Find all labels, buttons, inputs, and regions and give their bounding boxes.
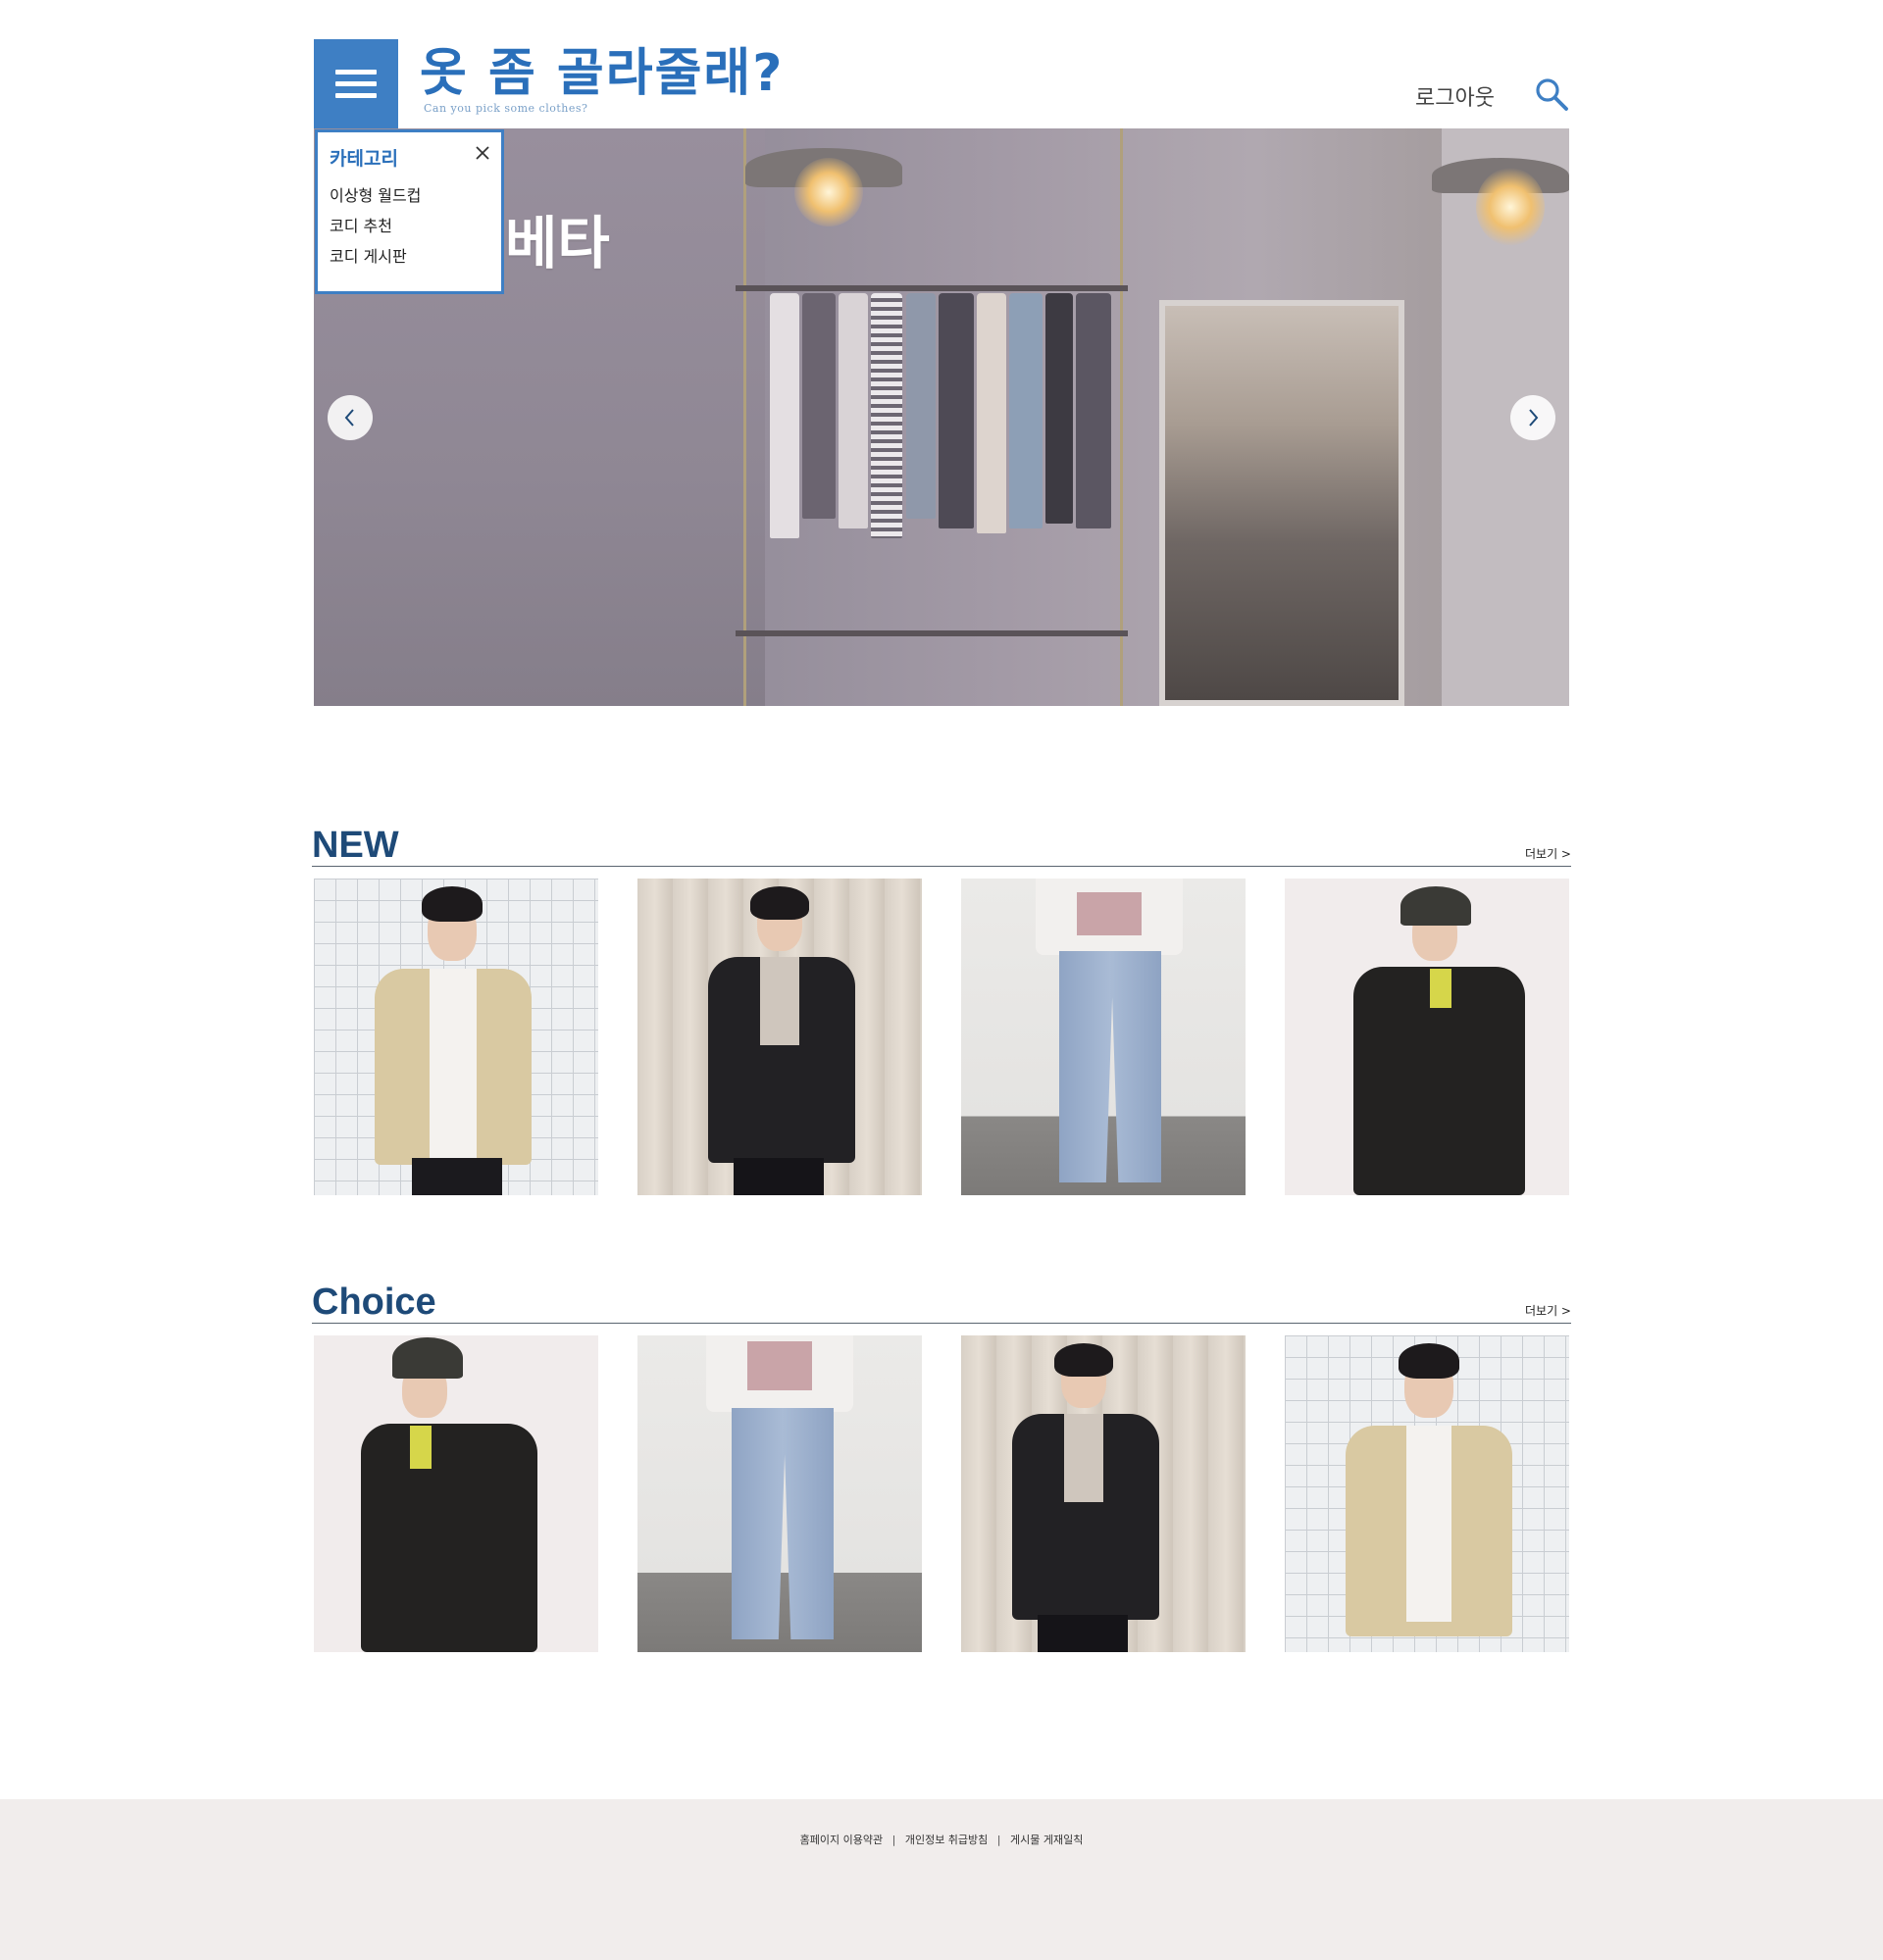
product-card[interactable] (961, 879, 1246, 1195)
hero-garment (1045, 293, 1073, 524)
hero-lamp-light (1476, 168, 1545, 246)
hero-garment (906, 293, 936, 519)
product-card[interactable] (637, 879, 922, 1195)
menu-icon-bar (335, 93, 377, 98)
hero-garment (1009, 293, 1043, 528)
product-card[interactable] (314, 879, 598, 1195)
search-icon[interactable] (1534, 76, 1569, 112)
product-grid (314, 879, 1569, 1195)
category-dropdown: 카테고리 이상형 월드컵 코디 추천 코디 게시판 (315, 129, 504, 294)
footer-link-terms[interactable]: 홈페이지 이용약관 (800, 1834, 883, 1846)
category-item-coordi-recommend[interactable]: 코디 추천 (330, 217, 489, 236)
product-card[interactable] (1285, 879, 1569, 1195)
more-link[interactable]: 더보기 > (1525, 1302, 1571, 1319)
site-logo[interactable]: 옷 좀 골라줄래? Can you pick some clothes? (420, 43, 784, 115)
menu-icon-bar (335, 81, 377, 86)
hero-garment (839, 293, 868, 528)
footer-link-privacy[interactable]: 개인정보 취급방침 (905, 1834, 988, 1846)
footer-separator: | (891, 1834, 896, 1846)
section-title: NEW (312, 825, 399, 866)
footer-link-post-policy[interactable]: 게시물 게재일칙 (1010, 1834, 1083, 1846)
hero-garment (770, 293, 799, 538)
category-title: 카테고리 (330, 148, 398, 170)
product-card[interactable] (314, 1335, 598, 1652)
hero-clothes-rack (736, 630, 1128, 636)
category-item-coordi-board[interactable]: 코디 게시판 (330, 247, 489, 267)
hero-lamp-light (794, 158, 863, 226)
hero-prev-button[interactable] (328, 395, 373, 440)
choice-section: Choice 더보기 > (312, 1282, 1571, 1652)
more-link[interactable]: 더보기 > (1525, 845, 1571, 862)
footer-links: 홈페이지 이용약관 | 개인정보 취급방침 | 게시물 게재일칙 (0, 1832, 1883, 1847)
hero-garment (1076, 293, 1111, 528)
hero-rope (1120, 128, 1123, 706)
chevron-left-icon (344, 409, 354, 427)
chevron-right-icon (1529, 409, 1539, 427)
new-section: NEW 더보기 > (312, 825, 1571, 1195)
header: 옷 좀 골라줄래? Can you pick some clothes? 로그아… (314, 39, 1569, 128)
footer-separator: | (996, 1834, 1001, 1846)
hero-garment (977, 293, 1006, 533)
product-card[interactable] (1285, 1335, 1569, 1652)
hero-garment (802, 293, 836, 519)
logout-link[interactable]: 로그아웃 (1415, 80, 1495, 112)
hero-rope (743, 128, 746, 706)
product-grid (314, 1335, 1569, 1652)
hero-garment (871, 293, 902, 538)
hero-text: 베타 (505, 210, 610, 276)
menu-icon-bar (335, 70, 377, 75)
hero-next-button[interactable] (1510, 395, 1555, 440)
category-item-worldcup[interactable]: 이상형 월드컵 (330, 186, 489, 206)
hamburger-menu-button[interactable] (314, 39, 398, 128)
page: 옷 좀 골라줄래? Can you pick some clothes? 로그아… (0, 0, 1883, 1960)
hero-clothes-rack (736, 285, 1128, 291)
hero-mirror (1159, 300, 1404, 706)
product-card[interactable] (961, 1335, 1246, 1652)
logo-title: 옷 좀 골라줄래? (420, 44, 785, 103)
section-header: NEW 더보기 > (312, 825, 1571, 867)
hero-garment (939, 293, 974, 528)
section-header: Choice 더보기 > (312, 1282, 1571, 1324)
close-icon[interactable] (474, 144, 491, 162)
section-title: Choice (312, 1282, 436, 1323)
footer: 홈페이지 이용약관 | 개인정보 취급방침 | 게시물 게재일칙 (0, 1799, 1883, 1960)
product-card[interactable] (637, 1335, 922, 1652)
